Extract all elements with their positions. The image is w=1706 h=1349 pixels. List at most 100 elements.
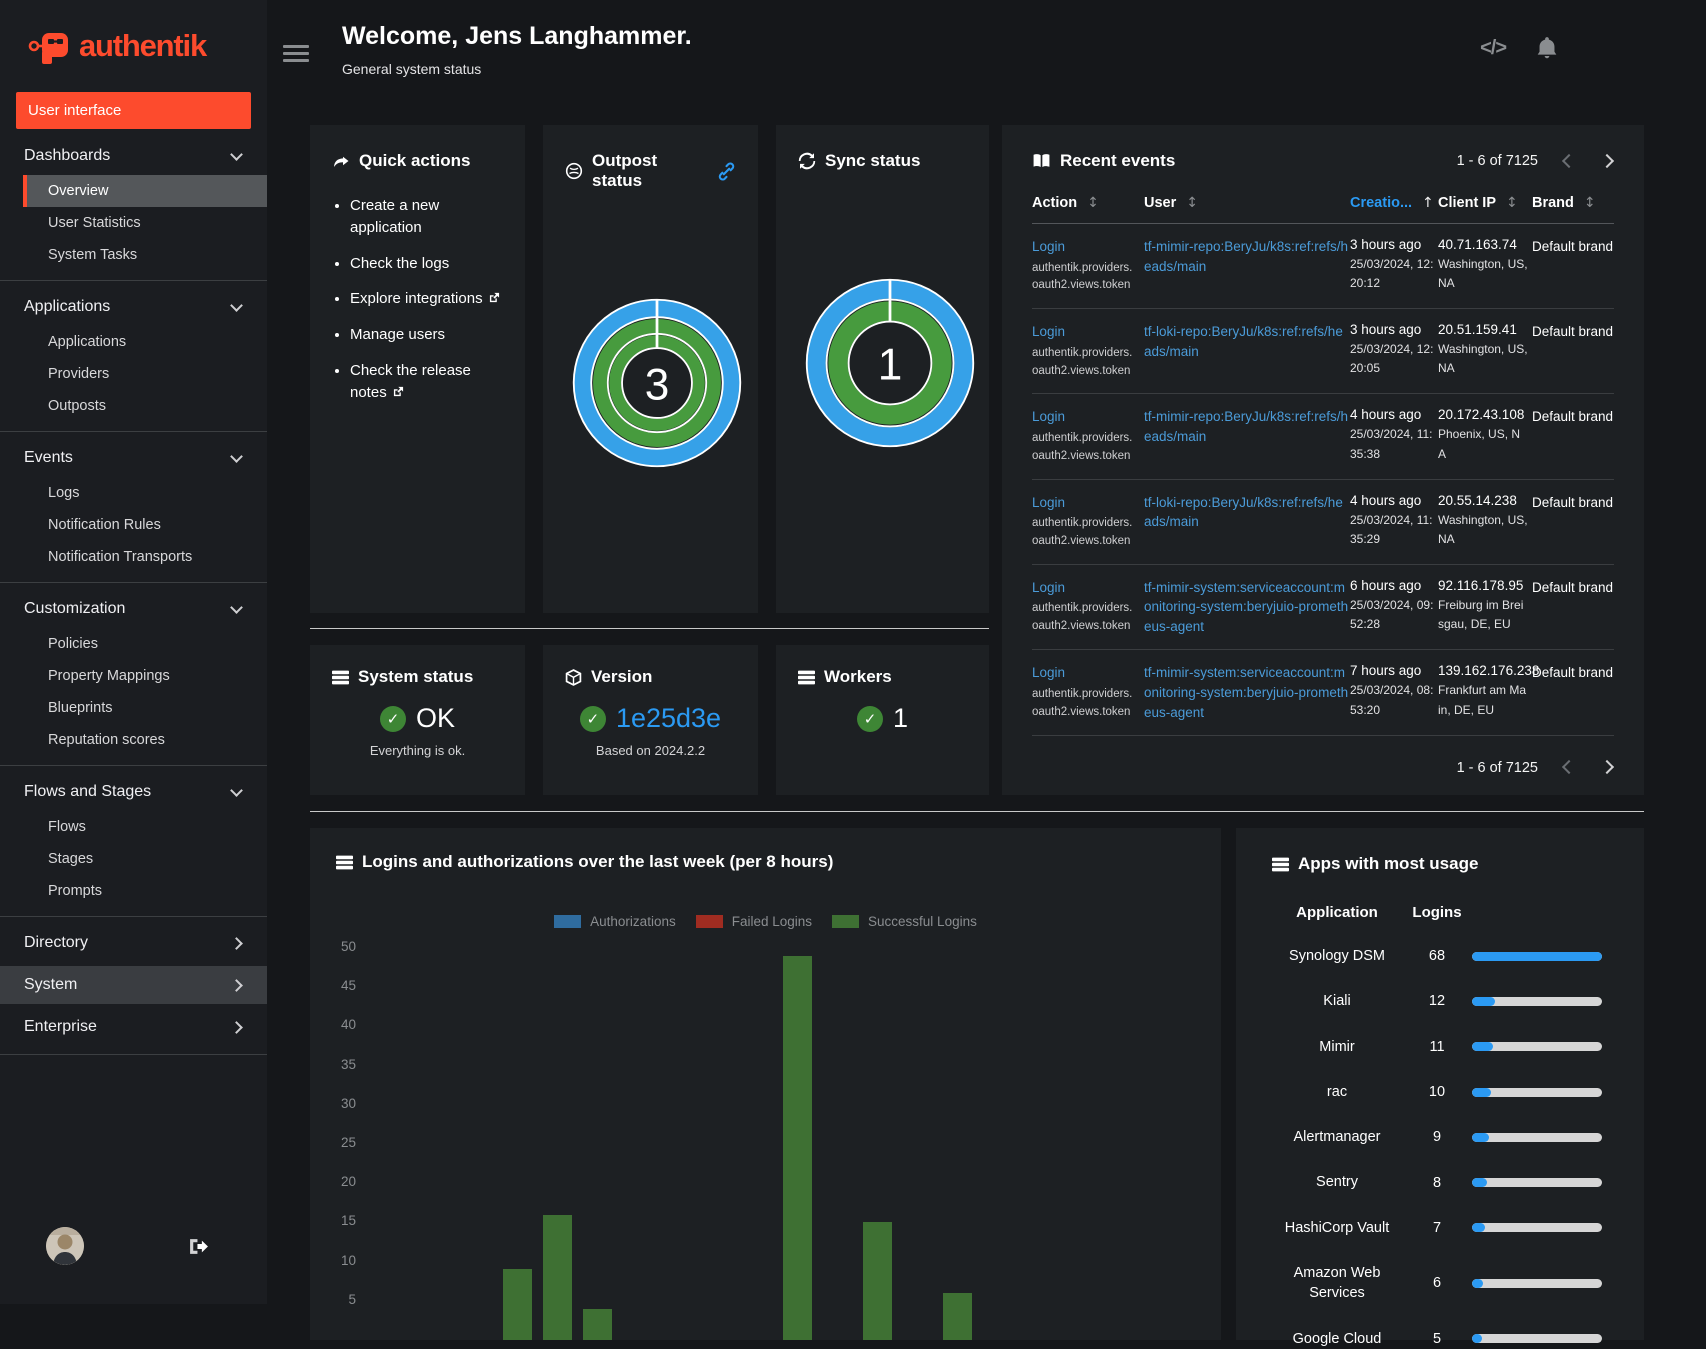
sidebar-section-label: Customization xyxy=(24,600,126,617)
sidebar-section-customization[interactable]: Customization xyxy=(0,590,267,628)
column-header-user[interactable]: User ↕ xyxy=(1144,195,1350,211)
column-header-client-ip[interactable]: Client IP ↕ xyxy=(1438,195,1532,211)
app-usage-bar-fill xyxy=(1472,1223,1485,1233)
event-action-link[interactable]: Login xyxy=(1032,580,1065,595)
link-icon[interactable] xyxy=(717,161,736,181)
pagination-label: 1 - 6 of 7125 xyxy=(1456,153,1538,169)
sidebar-item-stages[interactable]: Stages xyxy=(23,843,267,875)
event-brand-cell: Default brand xyxy=(1532,493,1614,551)
event-app-context: authentik.providers.oauth2.views.token xyxy=(1032,261,1133,292)
quick-action-check-the-release-notes[interactable]: Check the release notes xyxy=(350,360,503,404)
sidebar-item-notification-rules[interactable]: Notification Rules xyxy=(23,509,267,541)
event-timestamp: 25/03/2024, 11:35:38 xyxy=(1350,427,1433,461)
event-user-link[interactable]: tf-mimir-system:serviceaccount:monitorin… xyxy=(1144,665,1348,719)
system-status-card: System status ✓ OK Everything is ok. xyxy=(310,645,525,795)
quick-action-manage-users[interactable]: Manage users xyxy=(350,324,503,346)
event-timestamp: 25/03/2024, 08:53:20 xyxy=(1350,683,1434,717)
quick-action-check-the-logs[interactable]: Check the logs xyxy=(350,253,503,275)
column-header-action[interactable]: Action ↕ xyxy=(1032,195,1144,211)
event-action-link[interactable]: Login xyxy=(1032,239,1065,254)
sidebar-section-applications[interactable]: Applications xyxy=(0,288,267,326)
sidebar-item-outposts[interactable]: Outposts xyxy=(23,390,267,422)
chevron-left-icon[interactable] xyxy=(1561,758,1577,777)
chevron-right-icon[interactable] xyxy=(1599,758,1615,777)
pagination-top: 1 - 6 of 7125 xyxy=(1456,152,1615,171)
sidebar-item-notification-transports[interactable]: Notification Transports xyxy=(23,541,267,573)
event-brand: Default brand xyxy=(1532,324,1614,340)
event-action-link[interactable]: Login xyxy=(1032,409,1065,424)
app-login-count: 7 xyxy=(1432,1219,1442,1236)
sidebar-item-reputation-scores[interactable]: Reputation scores xyxy=(23,724,267,756)
legend-swatch xyxy=(695,915,723,928)
sidebar-item-policies[interactable]: Policies xyxy=(23,628,267,660)
user-interface-button[interactable]: User interface xyxy=(16,92,251,129)
event-brand: Default brand xyxy=(1532,494,1614,510)
chevron-right-icon[interactable] xyxy=(1599,152,1615,171)
table-row: Login authentik.providers.oauth2.views.to… xyxy=(1032,309,1614,395)
sidebar-group-flows-and-stages: Flows and Stages Flows Stages Prompts xyxy=(0,765,267,909)
sidebar-section-dashboards[interactable]: Dashboards xyxy=(0,137,267,175)
sidebar-section-events[interactable]: Events xyxy=(0,439,267,477)
sidebar-item-prompts[interactable]: Prompts xyxy=(23,875,267,907)
event-action-cell: Login authentik.providers.oauth2.views.to… xyxy=(1032,407,1144,465)
app-name: Amazon Web Services xyxy=(1293,1265,1381,1302)
event-action-link[interactable]: Login xyxy=(1032,495,1065,510)
column-header-application: Application xyxy=(1296,904,1378,921)
y-axis-tick: 50 xyxy=(340,939,356,954)
event-user-link[interactable]: tf-loki-repo:BeryJu/k8s:ref:refs/heads/m… xyxy=(1144,495,1343,530)
app-name: Kiali xyxy=(1323,993,1351,1010)
logout-icon[interactable] xyxy=(188,1237,209,1256)
sidebar-group-enterprise: Enterprise xyxy=(0,1006,267,1055)
menu-icon[interactable] xyxy=(283,41,309,66)
card-title: System status xyxy=(358,667,474,686)
sidebar-item-overview[interactable]: Overview xyxy=(23,175,267,207)
event-user-link[interactable]: tf-mimir-repo:BeryJu/k8s:ref:refs/heads/… xyxy=(1144,239,1348,274)
event-user-link[interactable]: tf-mimir-repo:BeryJu/k8s:ref:refs/heads/… xyxy=(1144,409,1348,444)
check-circle-icon: ✓ xyxy=(856,705,883,732)
sidebar-section-directory[interactable]: Directory xyxy=(0,924,267,962)
version-value[interactable]: 1e25d3e xyxy=(616,703,721,734)
quick-action-explore-integrations[interactable]: Explore integrations xyxy=(350,288,503,310)
y-axis-tick: 25 xyxy=(340,1135,356,1150)
sidebar-item-providers[interactable]: Providers xyxy=(23,358,267,390)
events-table-body: Login authentik.providers.oauth2.views.to… xyxy=(1032,224,1614,737)
event-client-ip-cell: 40.71.163.74 Washington, US, NA xyxy=(1438,237,1532,295)
sidebar-item-user-statistics[interactable]: User Statistics xyxy=(23,207,267,239)
event-action-link[interactable]: Login xyxy=(1032,324,1065,339)
sidebar-item-blueprints[interactable]: Blueprints xyxy=(23,692,267,724)
app-usage-bar-fill xyxy=(1472,1132,1489,1142)
sidebar-item-logs[interactable]: Logs xyxy=(23,477,267,509)
event-user-link[interactable]: tf-loki-repo:BeryJu/k8s:ref:refs/heads/m… xyxy=(1144,324,1343,359)
column-header-creatio[interactable]: Creatio... ↑ xyxy=(1350,195,1438,211)
event-user-link[interactable]: tf-mimir-system:serviceaccount:monitorin… xyxy=(1144,580,1348,634)
bell-icon[interactable] xyxy=(1536,36,1558,60)
card-title: Version xyxy=(591,667,653,686)
sidebar-item-property-mappings[interactable]: Property Mappings xyxy=(23,660,267,692)
sidebar-section-enterprise[interactable]: Enterprise xyxy=(0,1008,267,1046)
event-action-link[interactable]: Login xyxy=(1032,665,1065,680)
sidebar-item-system-tasks[interactable]: System Tasks xyxy=(23,239,267,271)
sidebar-section-flows-and-stages[interactable]: Flows and Stages xyxy=(0,773,267,811)
app-usage-bar-fill xyxy=(1472,1178,1487,1188)
app-usage-row-alertmanager: Alertmanager 9 xyxy=(1272,1127,1608,1147)
sidebar-item-flows[interactable]: Flows xyxy=(23,811,267,843)
y-axis-tick: 20 xyxy=(340,1174,356,1190)
event-relative-time: 6 hours ago xyxy=(1350,577,1422,593)
quick-action-label: Check the release notes xyxy=(350,361,471,401)
avatar[interactable] xyxy=(46,1227,84,1265)
sidebar-item-applications[interactable]: Applications xyxy=(23,326,267,358)
workers-value: 1 xyxy=(892,703,909,733)
y-axis-tick: 15 xyxy=(340,1213,356,1229)
event-app-context: authentik.providers.oauth2.views.token xyxy=(1032,602,1133,633)
column-header-brand[interactable]: Brand ↕ xyxy=(1532,195,1614,211)
chevron-left-icon[interactable] xyxy=(1561,152,1577,171)
event-client-ip-cell: 20.51.159.41 Washington, US, NA xyxy=(1438,322,1532,380)
event-brand: Default brand xyxy=(1532,579,1614,595)
chart-bar-successful-logins xyxy=(583,1308,612,1340)
code-icon[interactable]: </> xyxy=(1480,37,1507,60)
app-title: authentik xyxy=(79,28,207,63)
sidebar-section-label: Events xyxy=(24,449,73,466)
sidebar-section-system[interactable]: System xyxy=(0,966,267,1004)
quick-action-create-a-new-application[interactable]: Create a new application xyxy=(350,195,503,239)
quick-actions-list: Create a new application Check the logs Ex… xyxy=(350,195,503,403)
